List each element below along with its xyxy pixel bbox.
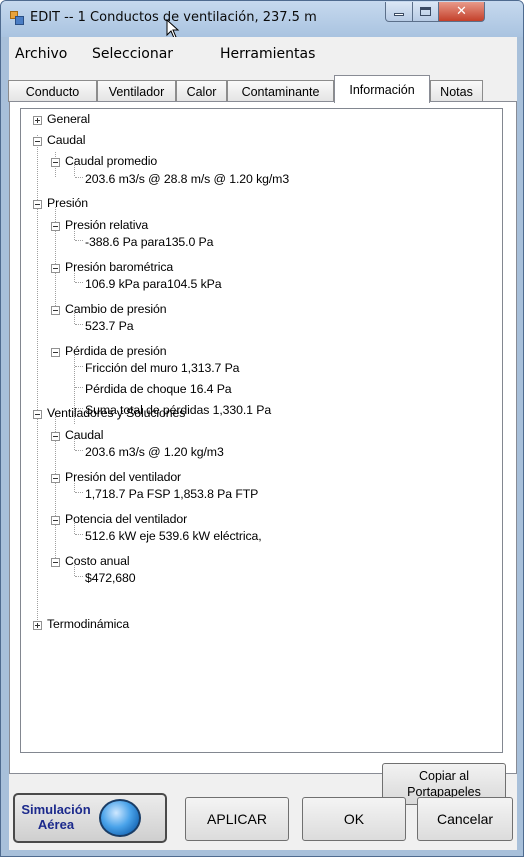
tree-value-presion-relativa[interactable]: -388.6 Pa para135.0 Pa — [85, 235, 213, 249]
simulacion-aerea-button[interactable]: Simulación Aérea — [13, 793, 167, 843]
sim-label-line2: Aérea — [37, 817, 75, 832]
tree-node-termodinamica[interactable]: Termodinámica — [47, 617, 129, 631]
maximize-icon — [420, 7, 431, 16]
collapse-ventiladores-icon[interactable] — [33, 410, 42, 419]
info-tree-view[interactable]: General Caudal Caudal promedio 203.6 m3/… — [20, 108, 503, 753]
ok-button[interactable]: OK — [302, 797, 406, 841]
collapse-presion-relativa-icon[interactable] — [51, 222, 60, 231]
collapse-caudal-promedio-icon[interactable] — [51, 158, 60, 167]
menu-herramientas[interactable]: Herramientas — [220, 46, 315, 62]
collapse-presion-ventilador-icon[interactable] — [51, 474, 60, 483]
expand-termodinamica-icon[interactable] — [33, 621, 42, 630]
tree-node-ventiladores[interactable]: Ventiladores y Soluciones — [47, 406, 185, 420]
tree-node-general[interactable]: General — [47, 112, 90, 126]
app-icon[interactable] — [10, 11, 24, 25]
tree-value-caudal-promedio[interactable]: 203.6 m3/s @ 28.8 m/s @ 1.20 kg/m3 — [85, 172, 289, 186]
tree-value-potencia-ventilador[interactable]: 512.6 kW eje 539.6 kW eléctrica, — [85, 529, 262, 543]
collapse-costo-anual-icon[interactable] — [51, 558, 60, 567]
close-button[interactable]: ✕ — [438, 2, 485, 22]
tree-node-potencia-ventilador[interactable]: Potencia del ventilador — [65, 512, 187, 526]
aplicar-button[interactable]: APLICAR — [185, 797, 289, 841]
menu-seleccionar[interactable]: Seleccionar — [92, 46, 173, 62]
collapse-presion-barometrica-icon[interactable] — [51, 264, 60, 273]
tree-value-presion-barometrica[interactable]: 106.9 kPa para104.5 kPa — [85, 277, 222, 291]
copy-button-line1: Copiar al — [418, 769, 470, 783]
tree-node-presion[interactable]: Presión — [47, 196, 88, 210]
indicator-light-icon — [99, 799, 141, 837]
collapse-potencia-ventilador-icon[interactable] — [51, 516, 60, 525]
tree-node-presion-barometrica[interactable]: Presión barométrica — [65, 260, 173, 274]
tree-value-costo-anual[interactable]: $472,680 — [85, 571, 136, 585]
mouse-cursor-icon — [166, 19, 180, 39]
minimize-button[interactable] — [385, 2, 413, 22]
tab-informacion[interactable]: Información — [334, 75, 430, 103]
title-bar[interactable]: EDIT -- 1 Conductos de ventilación, 237.… — [1, 1, 523, 39]
tree-value-cambio-presion[interactable]: 523.7 Pa — [85, 319, 134, 333]
tree-node-presion-relativa[interactable]: Presión relativa — [65, 218, 148, 232]
informacion-tab-page: General Caudal Caudal promedio 203.6 m3/… — [9, 101, 517, 805]
expand-general-icon[interactable] — [33, 116, 42, 125]
collapse-caudal-icon[interactable] — [33, 137, 42, 146]
simulacion-aerea-label: Simulación Aérea — [21, 802, 91, 832]
cancelar-button[interactable]: Cancelar — [417, 797, 513, 841]
collapse-cambio-presion-icon[interactable] — [51, 306, 60, 315]
tree-node-caudal-promedio[interactable]: Caudal promedio — [65, 154, 157, 168]
tree-value-v-caudal[interactable]: 203.6 m3/s @ 1.20 kg/m3 — [85, 445, 224, 459]
maximize-button[interactable] — [412, 2, 439, 22]
tree-node-costo-anual[interactable]: Costo anual — [65, 554, 130, 568]
tree-value-presion-ventilador[interactable]: 1,718.7 Pa FSP 1,853.8 Pa FTP — [85, 487, 258, 501]
close-icon: ✕ — [456, 4, 467, 19]
edit-window: EDIT -- 1 Conductos de ventilación, 237.… — [0, 0, 524, 857]
dialog-client-area: Archivo Seleccionar Herramientas Conduct… — [8, 37, 517, 850]
tree-node-caudal[interactable]: Caudal — [47, 133, 85, 147]
minimize-icon — [394, 13, 404, 16]
tree-node-cambio-presion[interactable]: Cambio de presión — [65, 302, 167, 316]
tree-node-presion-ventilador[interactable]: Presión del ventilador — [65, 470, 181, 484]
tab-conducto[interactable]: Conducto — [8, 80, 97, 102]
collapse-v-caudal-icon[interactable] — [51, 432, 60, 441]
tree-node-perdida-presion[interactable]: Pérdida de presión — [65, 344, 167, 358]
sim-label-line1: Simulación — [21, 802, 91, 817]
tab-notas[interactable]: Notas — [430, 80, 483, 102]
tree-node-v-caudal[interactable]: Caudal — [65, 428, 103, 442]
menu-bar: Archivo Seleccionar Herramientas — [9, 37, 517, 67]
tab-strip: Conducto Ventilador Calor Contaminante I… — [8, 75, 517, 103]
tree-value-friccion[interactable]: Fricción del muro 1,313.7 Pa — [85, 361, 240, 375]
collapse-presion-icon[interactable] — [33, 200, 42, 209]
collapse-perdida-presion-icon[interactable] — [51, 348, 60, 357]
tab-calor[interactable]: Calor — [176, 80, 227, 102]
tab-ventilador[interactable]: Ventilador — [97, 80, 176, 102]
tab-contaminante[interactable]: Contaminante — [227, 80, 334, 102]
menu-archivo[interactable]: Archivo — [15, 46, 67, 62]
tree-value-perdida-choque[interactable]: Pérdida de choque 16.4 Pa — [85, 382, 232, 396]
